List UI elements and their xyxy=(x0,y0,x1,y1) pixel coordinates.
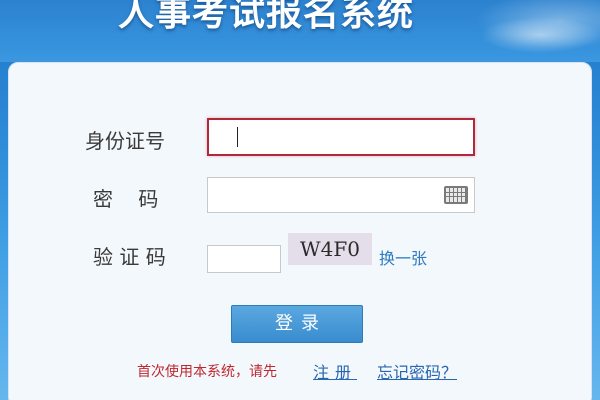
text-caret xyxy=(237,127,238,147)
id-number-input[interactable] xyxy=(207,118,475,156)
password-input[interactable] xyxy=(207,177,475,213)
id-number-label: 身份证号 xyxy=(85,129,165,153)
first-use-note: 首次使用本系统，请先 xyxy=(137,364,277,380)
forgot-password-link[interactable]: 忘记密码？ xyxy=(377,359,457,383)
captcha-label: 验 证 码 xyxy=(93,245,166,269)
login-button[interactable]: 登录 xyxy=(231,305,363,343)
header-cloud-decoration xyxy=(480,10,600,60)
captcha-image[interactable]: W4F0 xyxy=(288,233,372,265)
header-band: 人事考试报名系统 xyxy=(0,0,600,62)
keyboard-icon[interactable] xyxy=(444,186,468,204)
refresh-captcha-link[interactable]: 换一张 xyxy=(379,245,427,269)
password-label: 密 码 xyxy=(93,187,159,211)
system-title: 人事考试报名系统 xyxy=(118,0,415,34)
login-panel: 身份证号 密 码 验 证 码 W4F0 换一张 登录 首次使用本系统，请先 注册… xyxy=(8,62,592,400)
captcha-input[interactable] xyxy=(207,245,281,273)
register-link[interactable]: 注册 xyxy=(313,359,357,383)
